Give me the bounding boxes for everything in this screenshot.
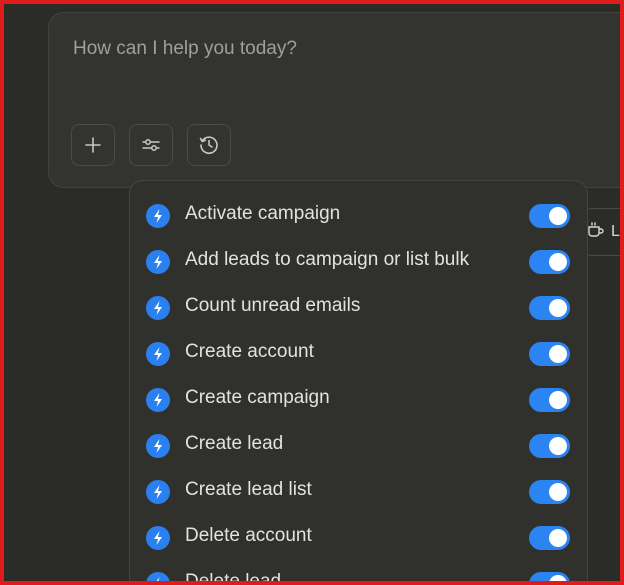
toggle-knob <box>549 253 567 271</box>
tool-item[interactable]: Count unread emails <box>130 283 587 329</box>
tool-item[interactable]: Add leads to campaign or list bulk <box>130 237 587 283</box>
lightning-bolt-icon <box>146 526 170 550</box>
cup-icon <box>588 222 604 237</box>
toggle-knob <box>549 529 567 547</box>
tool-item-label: Add leads to campaign or list bulk <box>185 249 470 270</box>
prompt-box <box>48 12 620 188</box>
tool-item-label: Activate campaign <box>185 203 341 224</box>
toggle-knob <box>549 483 567 501</box>
tools-menu: Activate campaign Add leads to campaign … <box>129 180 588 585</box>
toggle-knob <box>549 207 567 225</box>
tool-enabled-toggle[interactable] <box>529 434 570 458</box>
tool-item-label: Create account <box>185 341 314 362</box>
tools-settings-button[interactable] <box>129 124 173 166</box>
tool-item[interactable]: Activate campaign <box>130 191 587 237</box>
lightning-bolt-icon <box>146 342 170 366</box>
lightning-bolt-icon <box>146 296 170 320</box>
tool-item[interactable]: Create lead list <box>130 467 587 513</box>
tool-enabled-toggle[interactable] <box>529 296 570 320</box>
tool-item[interactable]: Delete account <box>130 513 587 559</box>
tools-list: Activate campaign Add leads to campaign … <box>130 191 587 585</box>
history-button[interactable] <box>187 124 231 166</box>
tool-item-label: Count unread emails <box>185 295 361 316</box>
lightning-bolt-icon <box>146 572 170 581</box>
plus-icon <box>85 137 101 153</box>
screenshot-frame: Li Activate campaign Add leads to campai… <box>0 0 624 585</box>
suggestion-chip[interactable]: Li <box>582 208 624 256</box>
toggle-knob <box>549 299 567 317</box>
lightning-bolt-icon <box>146 204 170 228</box>
tool-enabled-toggle[interactable] <box>529 250 570 274</box>
tool-enabled-toggle[interactable] <box>529 204 570 228</box>
tool-enabled-toggle[interactable] <box>529 572 570 581</box>
add-attachment-button[interactable] <box>71 124 115 166</box>
tool-enabled-toggle[interactable] <box>529 388 570 412</box>
tool-item[interactable]: Create account <box>130 329 587 375</box>
tool-item-label: Create lead <box>185 433 284 454</box>
tool-item-label: Create campaign <box>185 387 330 408</box>
lightning-bolt-icon <box>146 480 170 504</box>
tool-enabled-toggle[interactable] <box>529 480 570 504</box>
sliders-icon <box>142 139 160 151</box>
toggle-knob <box>549 345 567 363</box>
tool-item-label: Delete lead <box>185 571 282 585</box>
lightning-bolt-icon <box>146 434 170 458</box>
toggle-knob <box>549 391 567 409</box>
lightning-bolt-icon <box>146 250 170 274</box>
tool-item-label: Create lead list <box>185 479 312 500</box>
tool-item[interactable]: Create campaign <box>130 375 587 421</box>
tool-item[interactable]: Create lead <box>130 421 587 467</box>
toggle-knob <box>549 575 567 581</box>
tool-enabled-toggle[interactable] <box>529 342 570 366</box>
tool-item-label: Delete account <box>185 525 312 546</box>
lightning-bolt-icon <box>146 388 170 412</box>
clock-history-icon <box>199 136 218 154</box>
prompt-input[interactable] <box>71 37 595 61</box>
toggle-knob <box>549 437 567 455</box>
tool-item[interactable]: Delete lead <box>130 559 587 585</box>
tool-enabled-toggle[interactable] <box>529 526 570 550</box>
suggestion-chip-label: Li <box>611 223 624 240</box>
